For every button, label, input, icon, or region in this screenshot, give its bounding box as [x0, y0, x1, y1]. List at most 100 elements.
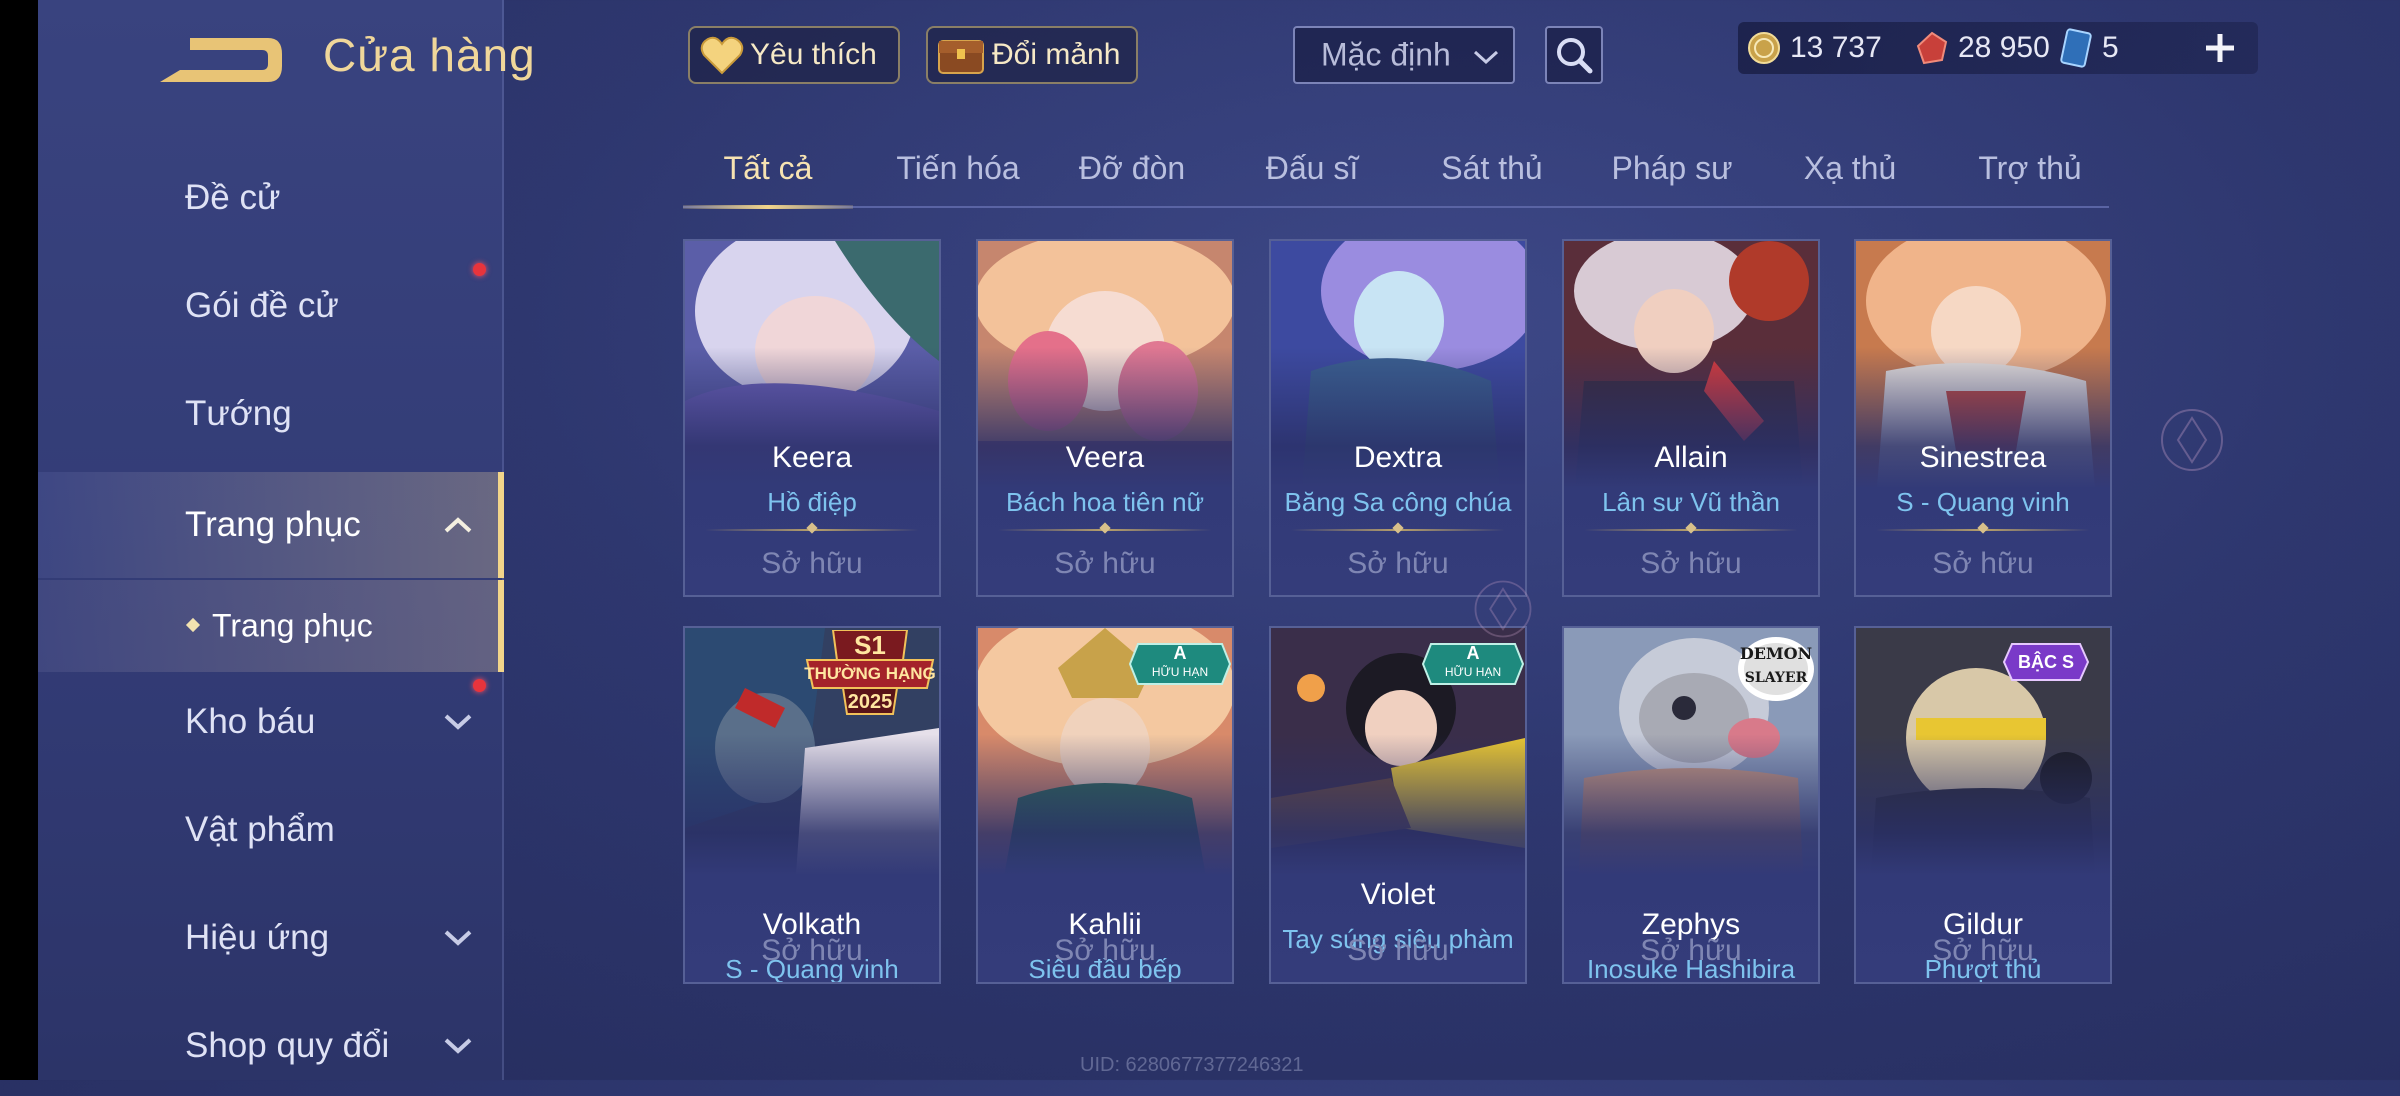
ruby-icon [1916, 31, 1948, 65]
add-currency-button[interactable] [2200, 28, 2240, 68]
sidebar-item-effects[interactable]: Hiệu ứng [38, 888, 502, 988]
sidebar-item-exchange-shop[interactable]: Shop quy đổi [38, 996, 502, 1096]
tab-support[interactable]: Trợ thủ [1957, 140, 2103, 206]
sidebar-item-bundles[interactable]: Gói đề cử [38, 256, 502, 356]
limited-badge: A HỮU HẠN [1128, 642, 1232, 686]
chevron-down-icon [444, 1038, 472, 1054]
tab-assassin[interactable]: Sát thủ [1419, 140, 1565, 206]
tab-tank[interactable]: Đỡ đòn [1059, 140, 1205, 206]
user-id: UID: 6280677377246321 [1080, 1054, 1304, 1076]
skin-card[interactable]: A HỮU HẠN Violet Tay súng siêu phàm Sở h… [1269, 626, 1527, 984]
badge-limited: HỮU HẠN [1151, 665, 1209, 679]
gold-amount: 13 737 [1790, 31, 1882, 64]
card-shade [1271, 241, 1525, 595]
bullet-icon [185, 617, 201, 633]
divider [1876, 529, 2090, 531]
search-button[interactable] [1545, 26, 1603, 84]
card-shade [685, 241, 939, 595]
skin-card[interactable]: DEMON SLAYER Zephys Inosuke Hashibira Sở… [1562, 626, 1820, 984]
skin-name: Hồ điệp [767, 487, 857, 517]
voucher-currency: 28 950 [1914, 30, 2050, 66]
owned-status: Sở hữu [1932, 934, 2034, 967]
sidebar-item-label: Trang phục [185, 505, 361, 544]
role-tabs: Tất cả Tiến hóa Đỡ đòn Đấu sĩ Sát thủ Ph… [683, 140, 2109, 209]
skin-card[interactable]: S1 THƯỜNG HẠNG 2025 Volkath S - Quang vi… [683, 626, 941, 984]
owned-status: Sở hữu [761, 547, 863, 580]
sort-select[interactable]: Mặc định [1293, 26, 1515, 84]
tab-all[interactable]: Tất cả [683, 140, 853, 209]
favorites-button[interactable]: Yêu thích [688, 26, 900, 84]
card-shade [1564, 241, 1818, 595]
sidebar-item-treasure[interactable]: Kho báu [38, 672, 502, 772]
badge-tier: BẬC S [2017, 652, 2074, 672]
card-shade [1856, 241, 2110, 595]
skin-card[interactable]: Dextra Băng Sa công chúa Sở hữu [1269, 239, 1527, 597]
card-icon [2060, 28, 2092, 68]
skin-card[interactable]: Allain Lân sư Vũ thần Sở hữu [1562, 239, 1820, 597]
notification-dot [473, 263, 486, 276]
divider [998, 529, 1212, 531]
back-arrow-icon [160, 38, 282, 82]
badge-ranked: THƯỜNG HẠNG [804, 664, 936, 683]
sidebar-item-skins[interactable]: Trang phục [38, 472, 504, 578]
card-amount: 5 [2102, 31, 2119, 64]
owned-status: Sở hữu [1640, 547, 1742, 580]
sidebar-item-label: Tướng [185, 394, 292, 433]
skin-card[interactable]: Keera Hồ điệp Sở hữu [683, 239, 941, 597]
tier-badge: BẬC S [2002, 642, 2090, 682]
hero-name: Dextra [1353, 441, 1443, 474]
skin-name: Bách hoa tiên nữ [1005, 487, 1205, 517]
tab-fighter[interactable]: Đấu sĩ [1239, 140, 1385, 206]
sidebar-subitem-label: Trang phục [212, 607, 373, 644]
sidebar-item-featured[interactable]: Đề cử [38, 148, 502, 248]
search-icon [1557, 38, 1593, 74]
badge-collab-top: DEMON [1739, 644, 1813, 663]
badge-grade: A [1173, 643, 1187, 663]
sort-value: Mặc định [1321, 36, 1451, 73]
chevron-down-icon [444, 714, 472, 730]
sidebar-item-label: Shop quy đổi [185, 1026, 390, 1065]
skin-card[interactable]: BẬC S Gildur Phượt thủ Sở hữu [1854, 626, 2112, 984]
sidebar-subitem-skins[interactable]: Trang phục [38, 580, 504, 672]
chevron-up-icon [444, 517, 472, 533]
plus-icon [2206, 34, 2234, 62]
sidebar-item-items[interactable]: Vật phẩm [38, 780, 502, 880]
badge-season: S1 [854, 630, 886, 660]
divider [1291, 529, 1505, 531]
owned-status: Sở hữu [761, 934, 863, 967]
hero-name: Allain [1654, 441, 1728, 474]
badge-year: 2025 [847, 691, 893, 713]
skin-card[interactable]: Veera Bách hoa tiên nữ Sở hữu [976, 239, 1234, 597]
skin-name: S - Quang vinh [1896, 487, 2070, 517]
sidebar-item-label: Vật phẩm [185, 810, 335, 849]
sidebar-item-label: Đề cử [185, 178, 281, 217]
chevron-down-icon [1473, 50, 1499, 64]
rank-season-badge: S1 THƯỜNG HẠNG 2025 [803, 629, 937, 720]
divider [705, 529, 919, 531]
sidebar-item-label: Hiệu ứng [185, 918, 330, 957]
tab-evolution[interactable]: Tiến hóa [883, 140, 1033, 206]
tab-mage[interactable]: Pháp sư [1599, 140, 1745, 206]
back-button[interactable] [150, 30, 282, 90]
favorites-label: Yêu thích [750, 38, 877, 71]
voucher-amount: 28 950 [1958, 31, 2050, 64]
hero-name: Violet [1360, 878, 1436, 911]
chest-icon [938, 40, 984, 74]
owned-status: Sở hữu [1054, 934, 1156, 967]
screen-edge [0, 0, 38, 1080]
skin-card[interactable]: Sinestrea S - Quang vinh Sở hữu [1854, 239, 2112, 597]
sidebar-item-label: Kho báu [185, 702, 316, 741]
hero-name: Sinestrea [1919, 441, 2047, 474]
sidebar-item-heroes[interactable]: Tướng [38, 364, 502, 464]
owned-status: Sở hữu [1932, 547, 2034, 580]
chevron-down-icon [444, 930, 472, 946]
hero-name: Veera [1065, 441, 1145, 474]
badge-grade: A [1466, 643, 1480, 663]
hero-name: Keera [771, 441, 853, 474]
tab-marksman[interactable]: Xạ thủ [1777, 140, 1923, 206]
skin-card[interactable]: A HỮU HẠN Kahlii Siêu đầu bếp Sở hữu [976, 626, 1234, 984]
heart-icon [700, 36, 744, 75]
card-currency: 5 [2058, 28, 2119, 68]
exchange-shards-button[interactable]: Đổi mảnh [926, 26, 1138, 84]
owned-status: Sở hữu [1054, 547, 1156, 580]
